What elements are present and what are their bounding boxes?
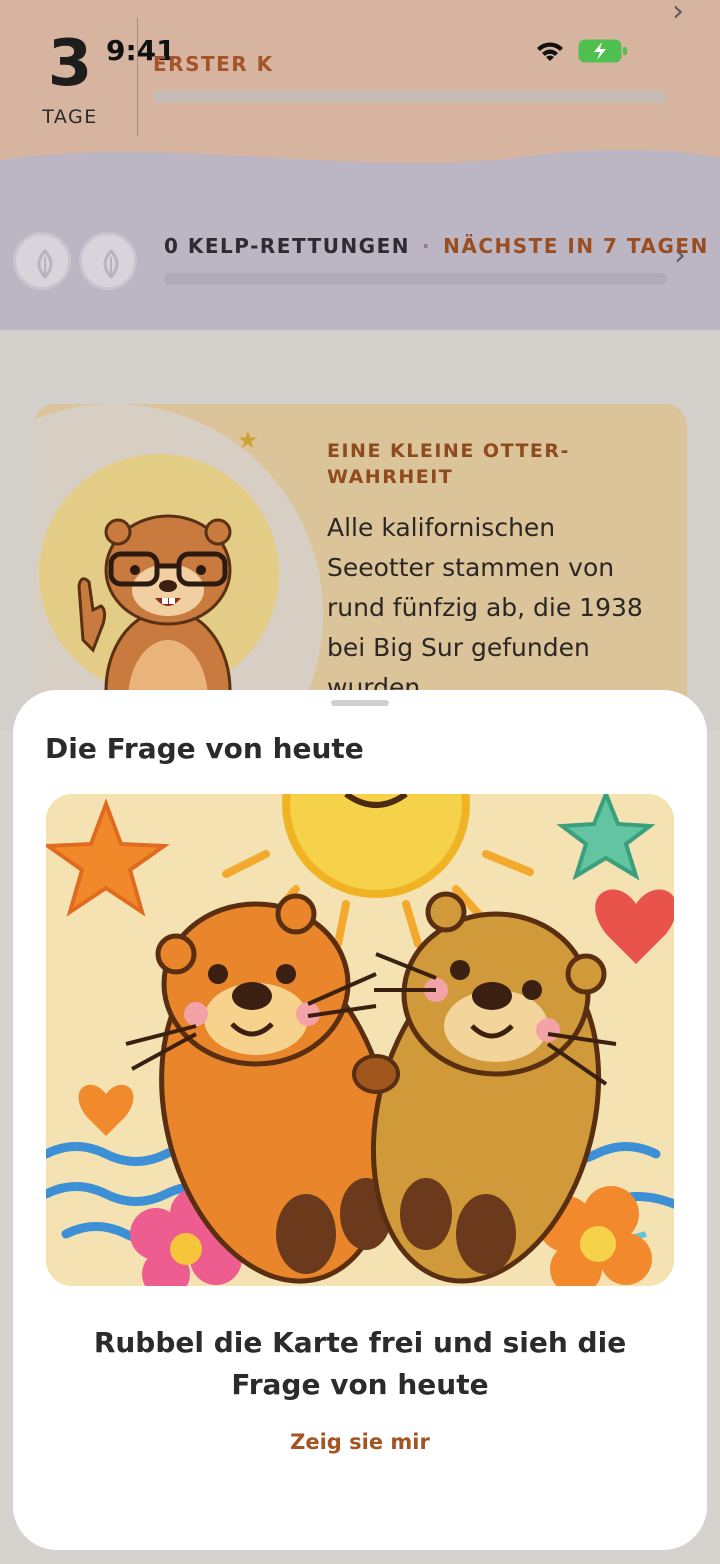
app-screen: 9:41 3 TAGE ERSTER K › 0 KELP-RETTUNGEN …	[0, 0, 720, 1564]
status-icons	[534, 38, 628, 64]
milestone-progress-bar	[153, 91, 667, 103]
otter-fact-card[interactable]: ★ EINE KLEINE OTTER-WAHRHEIT Alle kalifo…	[33, 404, 687, 734]
star-icon: ★	[237, 426, 259, 454]
otter-couple-illustration	[46, 794, 674, 1286]
question-sheet: Die Frage von heute Rubbel die Karte fre…	[13, 690, 707, 1550]
streak-unit: TAGE	[42, 106, 98, 128]
wifi-icon	[537, 42, 563, 61]
battery-charging-icon	[578, 39, 627, 63]
kelp-badge-1	[13, 232, 71, 290]
scratch-card[interactable]	[46, 794, 674, 1286]
kelp-status: 0 KELP-RETTUNGEN · NÄCHSTE IN 7 TAGEN	[164, 234, 709, 258]
kelp-icon	[37, 248, 53, 280]
kelp-badge-2	[79, 232, 137, 290]
milestone-chevron-icon[interactable]: ›	[672, 0, 684, 29]
kelp-icon	[103, 248, 119, 280]
fact-text: Alle kalifornischen Seeotter stammen von…	[327, 513, 643, 702]
kelp-chevron-icon[interactable]: ›	[674, 238, 686, 273]
kelp-count-label: 0 KELP-RETTUNGEN	[164, 234, 410, 258]
sheet-grabber[interactable]	[331, 700, 389, 706]
reveal-button[interactable]: Zeig sie mir	[13, 1430, 707, 1454]
fact-title: EINE KLEINE OTTER-WAHRHEIT	[327, 440, 570, 488]
sheet-title: Die Frage von heute	[45, 732, 364, 765]
kelp-progress-bar	[164, 273, 667, 285]
streak-counter[interactable]: 3 TAGE	[30, 28, 110, 128]
kelp-next-label: NÄCHSTE IN 7 TAGEN	[443, 234, 709, 258]
wave-top	[0, 140, 720, 163]
scratch-prompt: Rubbel die Karte frei und sieh die Frage…	[93, 1326, 627, 1401]
streak-divider	[137, 18, 138, 136]
streak-count: 3	[47, 27, 93, 101]
kelp-separator: ·	[422, 234, 432, 258]
milestone-label: ERSTER K	[153, 52, 274, 76]
